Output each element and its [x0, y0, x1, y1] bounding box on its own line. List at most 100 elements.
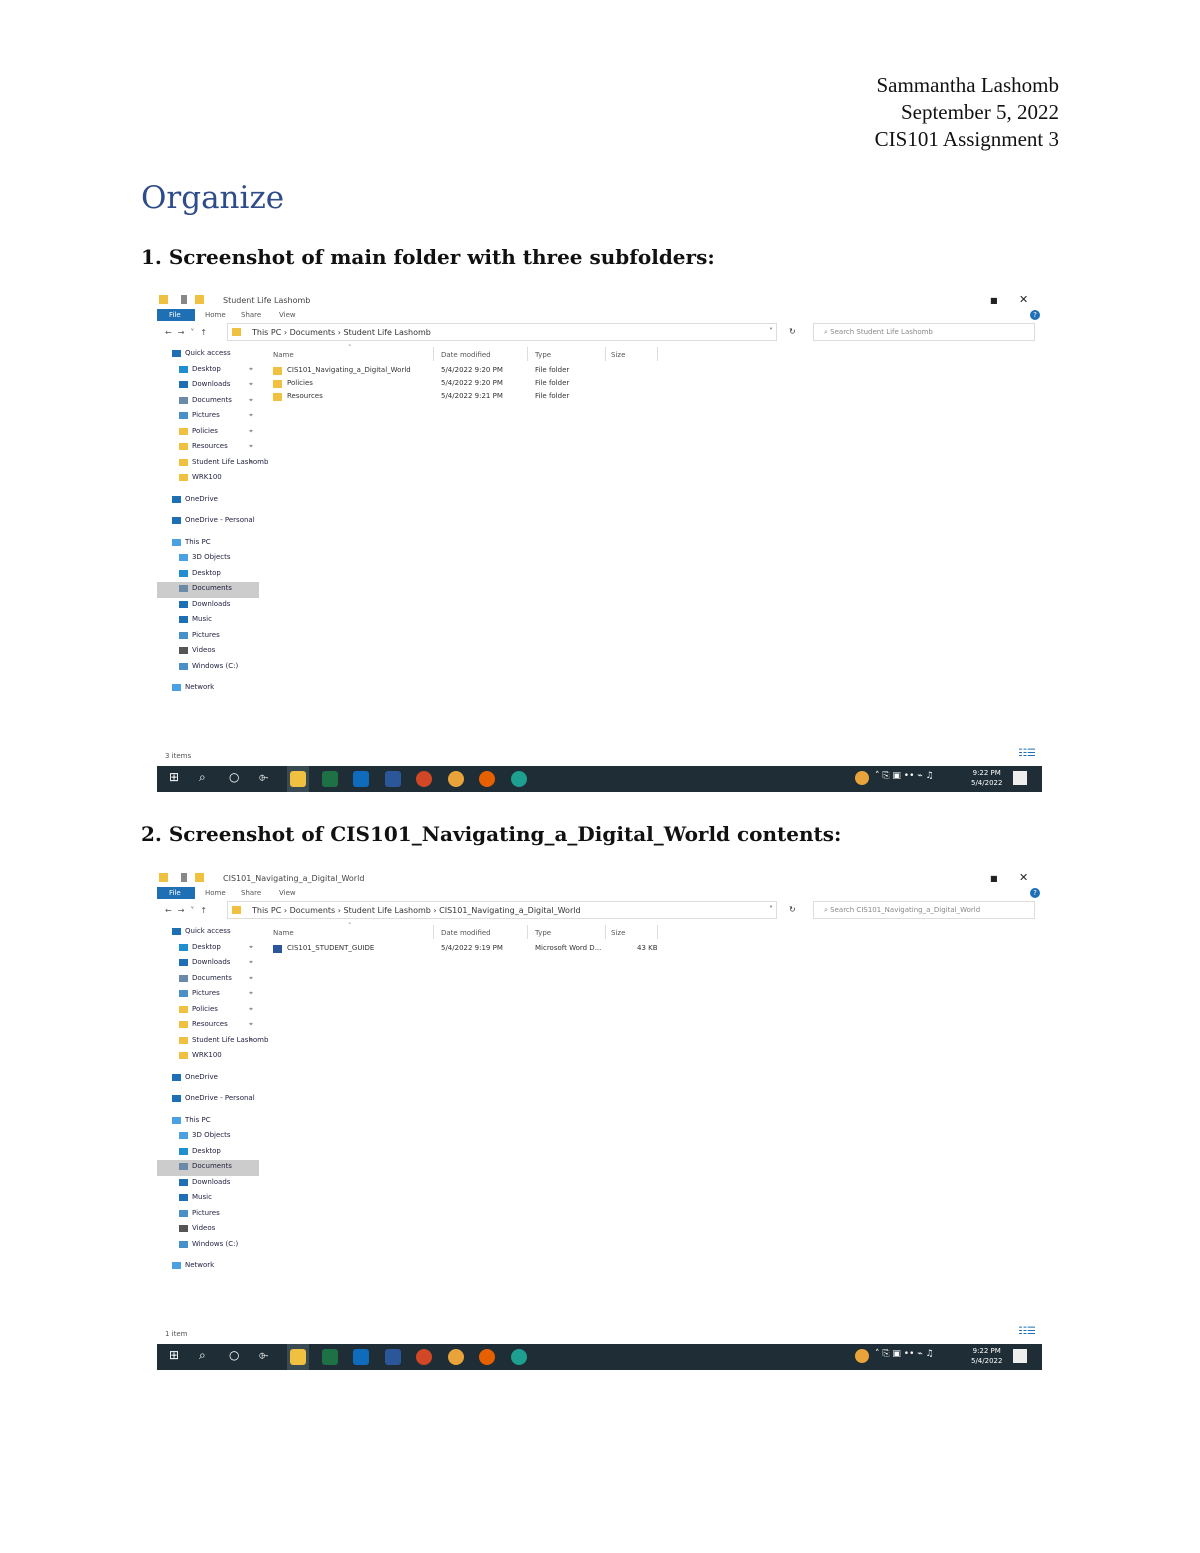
chevron-down-icon[interactable]: ˅: [769, 327, 773, 336]
sidebar-item[interactable]: Documents ⌖: [157, 394, 259, 410]
file-row[interactable]: Policies 5/4/2022 9:20 PM File folder: [263, 378, 1042, 391]
chrome-icon[interactable]: [447, 771, 464, 787]
pin-icon[interactable]: ⌖: [249, 458, 253, 467]
restore-icon[interactable]: ■: [990, 296, 998, 305]
breadcrumb[interactable]: This PC › Documents › Student Life Lasho…: [227, 901, 777, 919]
word-icon[interactable]: [384, 1349, 401, 1365]
clock[interactable]: 9:22 PM 5/4/2022: [971, 1346, 1002, 1366]
column-header[interactable]: Date modified: [441, 929, 491, 937]
firefox-icon[interactable]: [479, 1349, 495, 1365]
sidebar-item[interactable]: Documents: [157, 582, 259, 598]
widgets-icon[interactable]: ⌱: [259, 1348, 268, 1363]
sidebar-item[interactable]: OneDrive - Personal: [157, 1092, 259, 1108]
excel-icon[interactable]: [321, 1349, 338, 1365]
sidebar-item[interactable]: This PC: [157, 536, 259, 552]
pin-icon[interactable]: ⌖: [249, 989, 253, 998]
view-toggle-icon[interactable]: ☷☰: [1018, 1326, 1036, 1337]
sidebar-item[interactable]: 3D Objects: [157, 551, 259, 567]
refresh-icon[interactable]: ↻: [789, 327, 796, 336]
word-icon[interactable]: [384, 771, 401, 787]
file-explorer-icon[interactable]: [290, 1349, 306, 1365]
tab-home[interactable]: Home: [205, 311, 226, 319]
view-toggle-icon[interactable]: ☷☰: [1018, 748, 1036, 759]
search-input[interactable]: ⌕ Search Student Life Lashomb: [813, 323, 1035, 341]
sidebar-item[interactable]: Desktop ⌖: [157, 941, 259, 957]
close-icon[interactable]: ✕: [1019, 871, 1028, 884]
sidebar-item[interactable]: Videos: [157, 644, 259, 660]
pin-icon[interactable]: ⌖: [249, 958, 253, 967]
sidebar-item[interactable]: Policies ⌖: [157, 1003, 259, 1019]
column-header[interactable]: Size: [611, 351, 625, 359]
refresh-icon[interactable]: ↻: [789, 905, 796, 914]
tab-file[interactable]: File: [157, 309, 195, 321]
weather-icon[interactable]: [855, 771, 869, 785]
restore-icon[interactable]: ■: [990, 874, 998, 883]
search-icon[interactable]: ⌕: [199, 770, 206, 785]
outlook-icon[interactable]: [353, 771, 369, 787]
sidebar-item[interactable]: Downloads: [157, 1176, 259, 1192]
sidebar-item[interactable]: Music: [157, 613, 259, 629]
navigation-arrows-icon[interactable]: ←→˅↑: [165, 906, 213, 915]
sidebar-item[interactable]: Downloads: [157, 598, 259, 614]
powerpoint-icon[interactable]: [416, 771, 432, 787]
column-header[interactable]: Name: [273, 929, 294, 937]
pin-icon[interactable]: ⌖: [249, 380, 253, 389]
search-input[interactable]: ⌕ Search CIS101_Navigating_a_Digital_Wor…: [813, 901, 1035, 919]
pin-icon[interactable]: ⌖: [249, 943, 253, 952]
sidebar-item[interactable]: Desktop: [157, 1145, 259, 1161]
help-icon[interactable]: ?: [1030, 310, 1040, 320]
sidebar-item[interactable]: Pictures: [157, 1207, 259, 1223]
edge-icon[interactable]: [510, 1349, 527, 1365]
sidebar-item[interactable]: This PC: [157, 1114, 259, 1130]
pin-icon[interactable]: ⌖: [249, 1005, 253, 1014]
sidebar-item[interactable]: Resources ⌖: [157, 440, 259, 456]
column-header[interactable]: Type: [535, 929, 551, 937]
tab-view[interactable]: View: [279, 889, 296, 897]
sidebar-item[interactable]: Music: [157, 1191, 259, 1207]
sidebar-item[interactable]: Downloads ⌖: [157, 378, 259, 394]
sidebar-item[interactable]: Windows (C:): [157, 1238, 259, 1254]
sidebar-item[interactable]: Student Life Lashomb ⌖: [157, 456, 268, 472]
notification-icon[interactable]: [1013, 771, 1027, 785]
breadcrumb[interactable]: This PC › Documents › Student Life Lasho…: [227, 323, 777, 341]
sidebar-item[interactable]: Quick access: [157, 347, 259, 363]
file-name[interactable]: Resources: [287, 392, 323, 400]
weather-icon[interactable]: [855, 1349, 869, 1363]
file-row[interactable]: CIS101_STUDENT_GUIDE 5/4/2022 9:19 PM Micr…: [263, 943, 1042, 956]
sidebar-item[interactable]: Pictures ⌖: [157, 409, 259, 425]
sidebar-item[interactable]: Videos: [157, 1222, 259, 1238]
sidebar-item[interactable]: WRK100: [157, 1049, 259, 1065]
sidebar-item[interactable]: 3D Objects: [157, 1129, 259, 1145]
chrome-icon[interactable]: [447, 1349, 464, 1365]
search-icon[interactable]: ⌕: [199, 1348, 206, 1363]
task-view-icon[interactable]: ○: [229, 1348, 239, 1362]
file-name[interactable]: CIS101_STUDENT_GUIDE: [287, 944, 374, 952]
sidebar-item[interactable]: Network: [157, 1259, 259, 1275]
chevron-down-icon[interactable]: ˅: [769, 905, 773, 914]
tab-view[interactable]: View: [279, 311, 296, 319]
sidebar-item[interactable]: Pictures: [157, 629, 259, 645]
widgets-icon[interactable]: ⌱: [259, 770, 268, 785]
file-name[interactable]: CIS101_Navigating_a_Digital_World: [287, 366, 411, 374]
file-name[interactable]: Policies: [287, 379, 313, 387]
column-header[interactable]: Type: [535, 351, 551, 359]
sidebar-item[interactable]: Downloads ⌖: [157, 956, 259, 972]
tab-share[interactable]: Share: [241, 889, 261, 897]
sidebar-item[interactable]: Pictures ⌖: [157, 987, 259, 1003]
sidebar-item[interactable]: Quick access: [157, 925, 259, 941]
column-header[interactable]: Date modified: [441, 351, 491, 359]
file-row[interactable]: CIS101_Navigating_a_Digital_World 5/4/202…: [263, 365, 1042, 378]
pin-icon[interactable]: ⌖: [249, 396, 253, 405]
system-tray-icons[interactable]: ˄ ⎘ ▣ •• ⌁ ♫: [875, 771, 934, 781]
pin-icon[interactable]: ⌖: [249, 1020, 253, 1029]
windows-start-icon[interactable]: ⊞: [169, 770, 179, 784]
sidebar-item[interactable]: Desktop: [157, 567, 259, 583]
sidebar-item[interactable]: Resources ⌖: [157, 1018, 259, 1034]
sidebar-item[interactable]: OneDrive - Personal: [157, 514, 259, 530]
tab-file[interactable]: File: [157, 887, 195, 899]
sidebar-item[interactable]: Documents ⌖: [157, 972, 259, 988]
powerpoint-icon[interactable]: [416, 1349, 432, 1365]
sidebar-item[interactable]: Policies ⌖: [157, 425, 259, 441]
sidebar-item[interactable]: WRK100: [157, 471, 259, 487]
sidebar-item[interactable]: OneDrive: [157, 493, 259, 509]
